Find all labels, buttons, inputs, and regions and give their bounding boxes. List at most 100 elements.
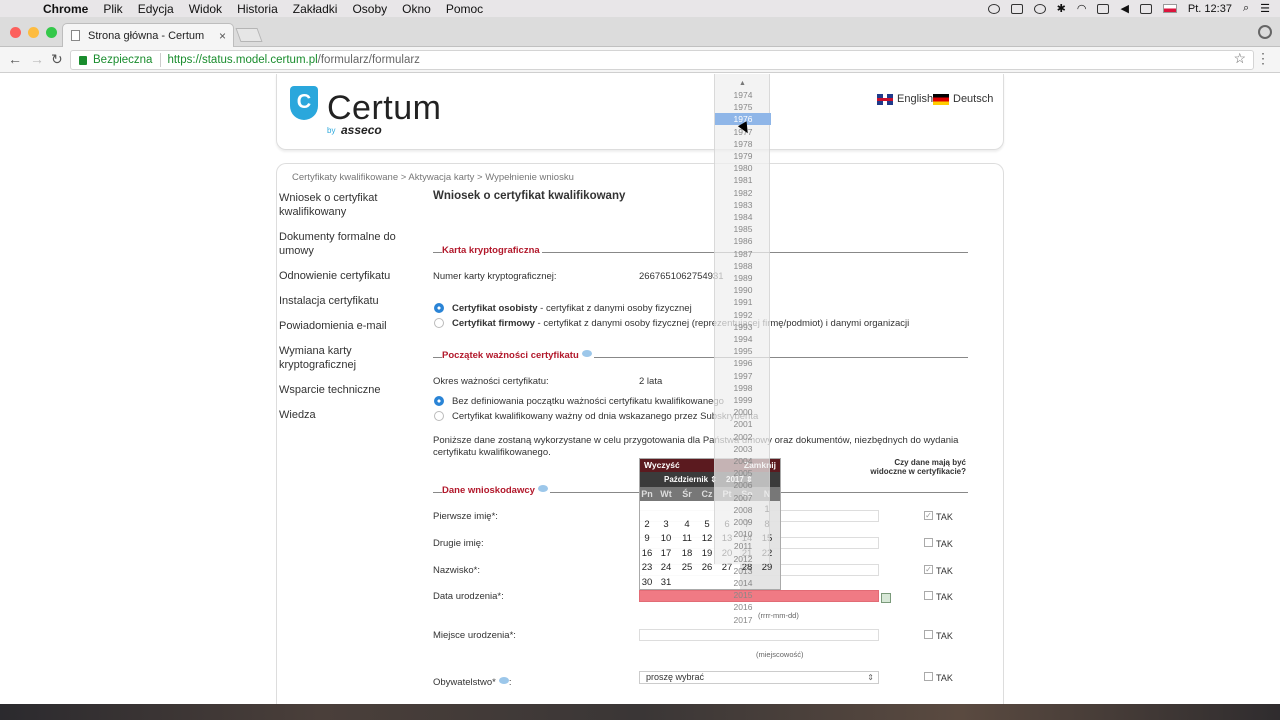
calendar-day[interactable]: 3 (656, 519, 676, 530)
new-tab-button[interactable] (235, 28, 263, 42)
calendar-day[interactable]: 30 (637, 577, 657, 588)
reload-icon[interactable]: ↻ (51, 51, 63, 68)
month-select[interactable]: Październik ⇕ (664, 475, 717, 484)
year-option[interactable]: 2002 (715, 431, 771, 443)
year-option[interactable]: 2001 (715, 418, 771, 430)
calendar-day[interactable]: 2 (637, 519, 657, 530)
language-german[interactable]: Deutsch (933, 93, 993, 105)
help-bubble-icon[interactable] (581, 350, 592, 357)
record-icon[interactable] (987, 3, 1000, 14)
wifi-icon[interactable]: ◠ (1077, 2, 1087, 15)
year-option[interactable]: 1978 (715, 138, 771, 150)
display-icon[interactable] (1010, 3, 1023, 14)
citizenship-select[interactable]: proszę wybrać ⇕ (639, 671, 879, 684)
help-bubble-icon[interactable] (498, 677, 509, 684)
year-option[interactable]: 2016 (715, 601, 771, 613)
language-english[interactable]: English (877, 93, 933, 105)
year-option[interactable]: 2008 (715, 504, 771, 516)
date-picker-clear-button[interactable]: Wyczyść (644, 460, 680, 470)
birth-place-visible-checkbox[interactable] (924, 630, 933, 639)
year-option[interactable]: 2017 (715, 614, 771, 626)
menu-people[interactable]: Osoby (352, 2, 387, 16)
bookmark-star-icon[interactable]: ☆ (1233, 50, 1246, 67)
calendar-day[interactable]: 4 (677, 519, 697, 530)
surname-visible-checkbox[interactable]: ✓ (924, 565, 933, 574)
notification-center-icon[interactable]: ☰ (1260, 2, 1270, 15)
time-machine-icon[interactable] (1033, 3, 1046, 14)
help-bubble-icon[interactable] (537, 485, 548, 492)
year-option[interactable]: 2009 (715, 516, 771, 528)
zoom-window-button[interactable] (46, 27, 57, 38)
radio-no-start-date[interactable] (434, 396, 444, 406)
calendar-day[interactable]: 24 (656, 562, 676, 573)
birth-date-visible-checkbox[interactable] (924, 591, 933, 600)
year-option[interactable]: 1991 (715, 296, 771, 308)
calendar-day[interactable]: 16 (637, 548, 657, 559)
menu-history[interactable]: Historia (237, 2, 278, 16)
year-option[interactable]: 1987 (715, 248, 771, 260)
menu-bookmarks[interactable]: Zakładki (293, 2, 338, 16)
year-dropdown-list[interactable]: ▲ 1974 1975 1976 1977 1978 1979 1980 1981 1982 19… (714, 74, 771, 625)
year-option[interactable]: 2005 (715, 467, 771, 479)
profile-icon[interactable] (1258, 25, 1272, 39)
year-option[interactable]: 2007 (715, 492, 771, 504)
sidebar-item-application[interactable]: Wniosek o certyfikat kwalifikowany (279, 191, 409, 219)
year-option[interactable]: 1994 (715, 333, 771, 345)
calendar-icon[interactable] (881, 593, 891, 603)
menu-view[interactable]: Widok (189, 2, 222, 16)
year-option[interactable]: 2015 (715, 589, 771, 601)
year-option[interactable]: 1997 (715, 370, 771, 382)
first-name-visible-checkbox[interactable]: ✓ (924, 511, 933, 520)
year-option[interactable]: 1988 (715, 260, 771, 272)
year-option[interactable]: 1998 (715, 382, 771, 394)
close-tab-icon[interactable]: × (219, 29, 226, 43)
calendar-day[interactable]: 17 (656, 548, 676, 559)
tab-certum[interactable]: Strona główna - Certum × (62, 23, 234, 47)
calendar-day[interactable]: 25 (677, 562, 697, 573)
year-option[interactable]: 2000 (715, 406, 771, 418)
address-bar[interactable]: Bezpieczna https://status.model.certum.p… (70, 50, 1254, 70)
calendar-day[interactable]: 9 (637, 533, 657, 544)
back-icon[interactable]: ← (8, 51, 22, 67)
sidebar-item-notifications[interactable]: Powiadomienia e-mail (279, 319, 409, 333)
year-option[interactable]: 2012 (715, 553, 771, 565)
year-option[interactable]: 2013 (715, 565, 771, 577)
menu-window[interactable]: Okno (402, 2, 431, 16)
calendar-day[interactable]: 23 (637, 562, 657, 573)
menu-help[interactable]: Pomoc (446, 2, 483, 16)
radio-personal-certificate[interactable] (434, 303, 444, 313)
year-option[interactable]: 1995 (715, 345, 771, 357)
airplay-icon[interactable] (1097, 3, 1110, 14)
year-option[interactable]: 1981 (715, 174, 771, 186)
year-option[interactable]: 1996 (715, 357, 771, 369)
sidebar-item-installation[interactable]: Instalacja certyfikatu (279, 294, 409, 308)
year-option[interactable]: 1986 (715, 235, 771, 247)
volume-icon[interactable]: ◀ (1120, 2, 1128, 15)
battery-icon[interactable] (1139, 3, 1152, 14)
year-option[interactable]: 1974 (715, 89, 771, 101)
scroll-up-icon[interactable]: ▲ (739, 80, 746, 87)
birth-place-input[interactable] (639, 629, 879, 641)
year-option[interactable]: 1983 (715, 199, 771, 211)
year-option[interactable]: 2006 (715, 479, 771, 491)
year-option[interactable]: 2014 (715, 577, 771, 589)
calendar-day[interactable]: 31 (656, 577, 676, 588)
certum-logo-icon[interactable]: C (290, 86, 318, 120)
year-option[interactable]: 1990 (715, 284, 771, 296)
year-option[interactable]: 1979 (715, 150, 771, 162)
spotlight-icon[interactable]: ⌕ (1243, 2, 1249, 15)
citizenship-visible-checkbox[interactable] (924, 672, 933, 681)
radio-company-certificate[interactable] (434, 318, 444, 328)
year-option[interactable]: 1982 (715, 187, 771, 199)
menu-edit[interactable]: Edycja (138, 2, 174, 16)
year-option[interactable]: 2011 (715, 540, 771, 552)
year-option[interactable]: 1980 (715, 162, 771, 174)
close-window-button[interactable] (10, 27, 21, 38)
year-option[interactable]: 2010 (715, 528, 771, 540)
year-option[interactable]: 1975 (715, 101, 771, 113)
menu-clock[interactable]: Pt. 12:37 (1188, 3, 1232, 15)
calendar-day[interactable]: 26 (697, 562, 717, 573)
year-option[interactable]: 1999 (715, 394, 771, 406)
menu-app-name[interactable]: Chrome (43, 2, 88, 16)
bluetooth-icon[interactable]: ✱ (1057, 2, 1066, 15)
